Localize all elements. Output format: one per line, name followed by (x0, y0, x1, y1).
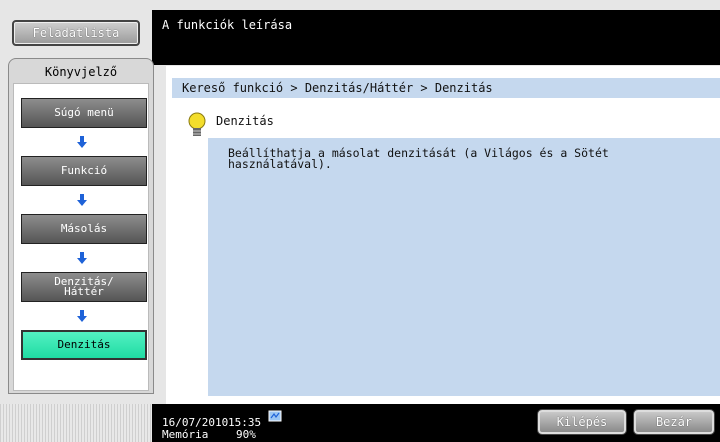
network-status-icon (268, 410, 282, 422)
bookmark-panel: Súgó menü Funkció Másolás Denzitás/ Hátt… (13, 83, 149, 391)
step-copy[interactable]: Másolás (21, 214, 147, 244)
description-panel: Beállíthatja a másolat denzitását (a Vil… (208, 138, 720, 396)
close-button[interactable]: Bezár (634, 410, 714, 434)
main-content: Kereső funkció > Denzitás/Háttér > Denzi… (166, 66, 720, 404)
task-list-button[interactable]: Feladatlista (12, 20, 140, 46)
header-bar: A funkciók leírása (152, 10, 720, 65)
lightbulb-icon (188, 112, 206, 136)
step-density[interactable]: Denzitás (21, 330, 147, 360)
arrow-down-icon (77, 310, 87, 322)
memory-value: 90% (236, 428, 256, 441)
section-title: Denzitás (216, 114, 274, 128)
bookmark-tab-title: Könyvjelző (44, 65, 118, 79)
step-density-background[interactable]: Denzitás/ Háttér (21, 272, 147, 302)
exit-button[interactable]: Kilépés (538, 410, 626, 434)
arrow-down-icon (77, 252, 87, 264)
arrow-down-icon (77, 136, 87, 148)
step-function[interactable]: Funkció (21, 156, 147, 186)
page-title: A funkciók leírása (162, 18, 293, 32)
status-bar-left (0, 404, 152, 442)
status-bar: 16/07/2010 15:35 Memória 90% Kilépés Bez… (152, 404, 720, 442)
breadcrumb: Kereső funkció > Denzitás/Háttér > Denzi… (172, 78, 720, 98)
arrow-down-icon (77, 194, 87, 206)
bookmark-sidebar: Könyvjelző Súgó menü Funkció Másolás Den… (8, 58, 154, 394)
step-help-menu[interactable]: Súgó menü (21, 98, 147, 128)
memory-label: Memória (162, 428, 209, 441)
description-text: Beállíthatja a másolat denzitását (a Vil… (228, 146, 609, 171)
